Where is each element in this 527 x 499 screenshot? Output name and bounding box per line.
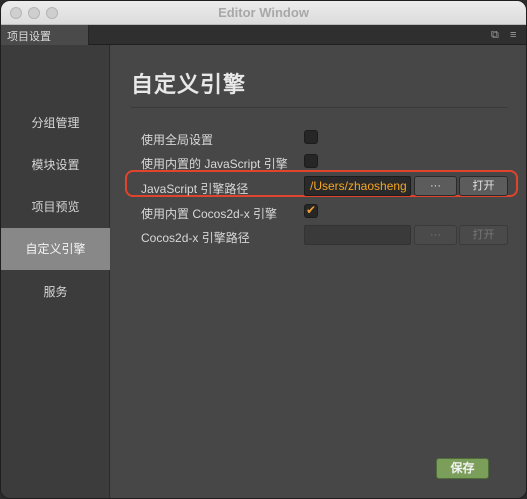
- js-engine-path-input[interactable]: /Users/zhaosheng: [304, 176, 411, 196]
- use-builtin-cocos2dx-engine-checkbox[interactable]: ✔: [304, 203, 318, 218]
- cocos2dx-engine-open-button[interactable]: 打开: [459, 225, 508, 245]
- menu-icon[interactable]: ≡: [510, 28, 516, 42]
- divider: [131, 107, 508, 108]
- sidebar-item-module-settings[interactable]: 模块设置: [1, 144, 110, 186]
- use-builtin-cocos2dx-engine-label: 使用内置 Cocos2d-x 引擎: [141, 207, 278, 221]
- sidebar-item-group-management[interactable]: 分组管理: [1, 102, 110, 144]
- popout-icon[interactable]: ⧉: [491, 28, 499, 42]
- use-global-settings-label: 使用全局设置: [141, 133, 214, 147]
- sidebar-item-custom-engine[interactable]: 自定义引擎: [1, 228, 110, 270]
- js-engine-path-label: JavaScript 引擎路径: [141, 182, 249, 196]
- js-engine-open-button[interactable]: 打开: [459, 176, 508, 196]
- main-panel: 自定义引擎 使用全局设置 使用内置的 JavaScript 引擎 JavaScr…: [111, 45, 526, 498]
- use-builtin-js-engine-checkbox[interactable]: [304, 154, 318, 168]
- editor-window: Editor Window 项目设置 ⧉ ≡ 分组管理 模块设置 项目预览 自定…: [0, 0, 527, 499]
- sidebar-item-services[interactable]: 服务: [1, 271, 110, 313]
- cocos2dx-engine-path-input[interactable]: [304, 225, 411, 245]
- page-title: 自定义引擎: [131, 72, 247, 97]
- cocos2dx-engine-browse-button[interactable]: ···: [414, 225, 457, 245]
- sidebar-item-project-preview[interactable]: 项目预览: [1, 186, 110, 228]
- cocos2dx-engine-path-label: Cocos2d-x 引擎路径: [141, 231, 250, 245]
- title-bar: Editor Window: [1, 1, 526, 25]
- window-title: Editor Window: [218, 5, 309, 20]
- use-global-settings-checkbox[interactable]: [304, 130, 318, 144]
- tab-project-settings[interactable]: 项目设置: [1, 25, 89, 45]
- tab-bar: 项目设置 ⧉ ≡: [1, 25, 526, 45]
- js-engine-browse-button[interactable]: ···: [414, 176, 457, 196]
- sidebar: 分组管理 模块设置 项目预览 自定义引擎 服务: [1, 45, 110, 498]
- checkmark-icon: ✔: [306, 203, 317, 217]
- save-button[interactable]: 保存: [436, 458, 489, 479]
